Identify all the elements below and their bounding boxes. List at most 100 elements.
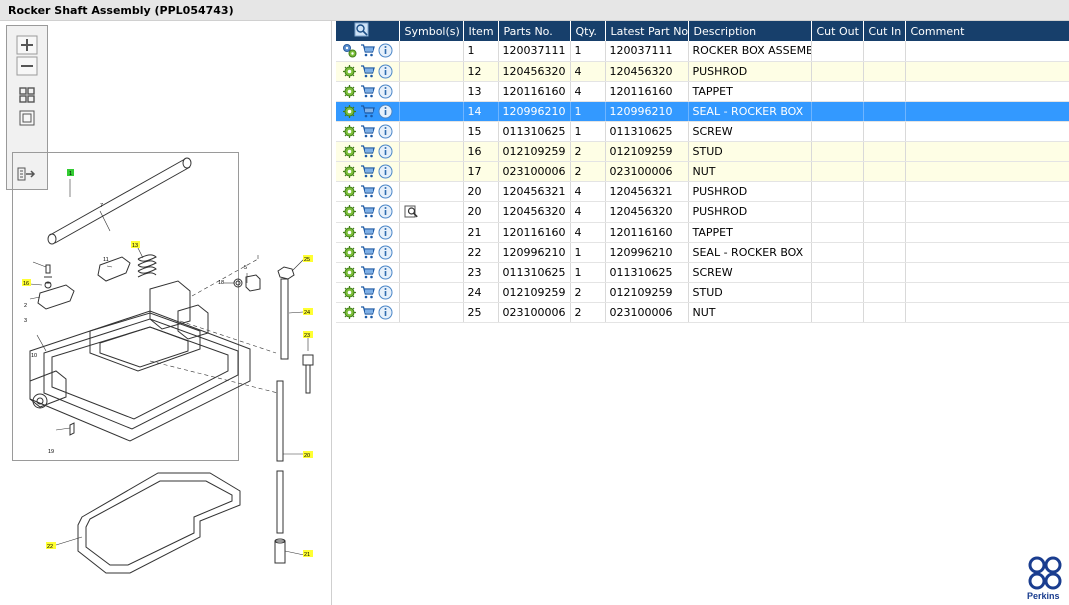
info-icon[interactable] [378, 305, 393, 320]
table-row[interactable]: 25 023100006 2 023100006 NUT [336, 302, 1069, 323]
cart-icon[interactable] [360, 204, 375, 219]
gear-icon[interactable] [342, 225, 357, 240]
search-view-icon[interactable] [354, 22, 369, 37]
cart-icon[interactable] [360, 245, 375, 260]
info-icon[interactable] [378, 124, 393, 139]
table-row[interactable]: 22 120996210 1 120996210 SEAL - ROCKER BOX [336, 242, 1069, 263]
cart-icon[interactable] [360, 64, 375, 79]
info-icon[interactable] [378, 245, 393, 260]
callout-label[interactable]: 23 [303, 331, 313, 339]
zoom-page-icon[interactable] [404, 204, 419, 219]
gear-icon[interactable] [342, 184, 357, 199]
info-icon[interactable] [378, 285, 393, 300]
table-row[interactable]: 13 120116160 4 120116160 TAPPET [336, 81, 1069, 102]
callout-label[interactable]: 11 [103, 257, 109, 263]
cell-parts-no: 011310625 [498, 262, 571, 283]
callout-label[interactable]: 1 [67, 169, 74, 177]
cart-icon[interactable] [360, 164, 375, 179]
column-header-symbols[interactable]: Symbol(s) [399, 21, 464, 41]
callout-label[interactable]: 10 [31, 353, 37, 359]
gear-icon[interactable] [342, 124, 357, 139]
table-row[interactable]: 23 011310625 1 011310625 SCREW [336, 262, 1069, 283]
cell-description: STUD [688, 282, 812, 303]
info-icon[interactable] [378, 265, 393, 280]
gear-icon[interactable] [342, 285, 357, 300]
cell-latest-part-no: 120996210 [605, 242, 689, 263]
callout-label[interactable]: 22 [46, 542, 56, 550]
gear-icon[interactable] [342, 144, 357, 159]
cart-icon[interactable] [360, 104, 375, 119]
info-icon[interactable] [378, 164, 393, 179]
table-row[interactable]: 21 120116160 4 120116160 TAPPET [336, 222, 1069, 243]
table-row[interactable]: 11200371111120037111ROCKER BOX ASSEMBLY [336, 41, 1069, 62]
column-header-cut-out[interactable]: Cut Out [811, 21, 864, 41]
cart-icon[interactable] [360, 305, 375, 320]
gear-icon[interactable] [342, 84, 357, 99]
column-header-comment[interactable]: Comment [905, 21, 1069, 41]
gear-icon[interactable] [342, 104, 357, 119]
svg-text:22: 22 [47, 544, 53, 550]
table-row[interactable]: 12 120456320 4 120456320 PUSHROD [336, 61, 1069, 82]
info-icon[interactable] [378, 204, 393, 219]
column-header-cut-in[interactable]: Cut In [863, 21, 906, 41]
cell-comment [905, 282, 1069, 303]
callout-label[interactable]: 19 [48, 449, 54, 455]
gear-icon[interactable] [342, 245, 357, 260]
column-header-item[interactable]: Item [463, 21, 499, 41]
callout-label[interactable]: 20 [303, 451, 313, 459]
callout-label[interactable]: 7 [100, 203, 103, 209]
table-row[interactable]: 24 012109259 2 012109259 STUD [336, 282, 1069, 303]
table-row[interactable]: 16 012109259 2 012109259 STUD [336, 141, 1069, 162]
column-header-latest-part-no[interactable]: Latest Part No. [605, 21, 689, 41]
column-header-description[interactable]: Description [688, 21, 812, 41]
table-row[interactable]: 20 120456320 4 120456320 PUSHROD [336, 201, 1069, 223]
info-icon[interactable] [378, 104, 393, 119]
callout-label[interactable]: 24 [303, 308, 313, 316]
cart-icon[interactable] [360, 144, 375, 159]
gear-icon[interactable] [342, 204, 357, 219]
cart-icon[interactable] [360, 225, 375, 240]
info-icon[interactable] [378, 225, 393, 240]
info-icon[interactable] [378, 84, 393, 99]
info-icon[interactable] [378, 43, 393, 58]
info-icon[interactable] [378, 184, 393, 199]
gear-icon[interactable] [342, 164, 357, 179]
cell-cut-out [811, 121, 864, 142]
callout-label[interactable]: 21 [303, 550, 313, 558]
callout-label[interactable]: 13 [131, 241, 140, 249]
cart-icon[interactable] [360, 285, 375, 300]
cell-cut-in [863, 41, 906, 62]
callout-label[interactable]: 5 [244, 265, 247, 271]
cart-icon[interactable] [360, 184, 375, 199]
multi-gear-icon[interactable] [342, 43, 357, 58]
cart-icon[interactable] [360, 84, 375, 99]
cart-icon[interactable] [360, 265, 375, 280]
diagram-pane[interactable]: 1 7 13 11 5 25 16 18 2 3 24 23 10 19 20 … [0, 21, 332, 605]
table-row[interactable]: 17 023100006 2 023100006 NUT [336, 161, 1069, 182]
exploded-parts-diagram[interactable]: 1 7 13 11 5 25 16 18 2 3 24 23 10 19 20 … [0, 21, 332, 605]
callout-label[interactable]: 18 [218, 280, 224, 286]
table-row[interactable]: 14 120996210 1 120996210 SEAL - ROCKER BOX [336, 101, 1069, 122]
cart-icon[interactable] [360, 43, 375, 58]
callout-label[interactable]: 25 [303, 255, 313, 263]
info-icon[interactable] [378, 64, 393, 79]
row-symbols [399, 222, 464, 243]
gear-icon[interactable] [342, 64, 357, 79]
callout-label[interactable]: 16 [22, 279, 31, 287]
cell-parts-no: 023100006 [498, 161, 571, 182]
callout-label[interactable]: 2 [24, 303, 27, 309]
table-row[interactable]: 20 120456321 4 120456321 PUSHROD [336, 181, 1069, 202]
column-header-qty[interactable]: Qty. [570, 21, 606, 41]
cart-icon[interactable] [360, 124, 375, 139]
cell-item: 25 [463, 302, 499, 323]
callout-label[interactable]: 3 [24, 318, 27, 324]
gear-icon[interactable] [342, 265, 357, 280]
gear-icon[interactable] [342, 305, 357, 320]
column-header-parts-no[interactable]: Parts No. [498, 21, 571, 41]
row-symbols [399, 121, 464, 142]
table-row[interactable]: 15 011310625 1 011310625 SCREW [336, 121, 1069, 142]
cell-item: 24 [463, 282, 499, 303]
parts-list-pane: Symbol(s) Item Parts No. Qty. Latest Par… [335, 21, 1069, 605]
info-icon[interactable] [378, 144, 393, 159]
column-header-actions[interactable] [336, 21, 400, 41]
